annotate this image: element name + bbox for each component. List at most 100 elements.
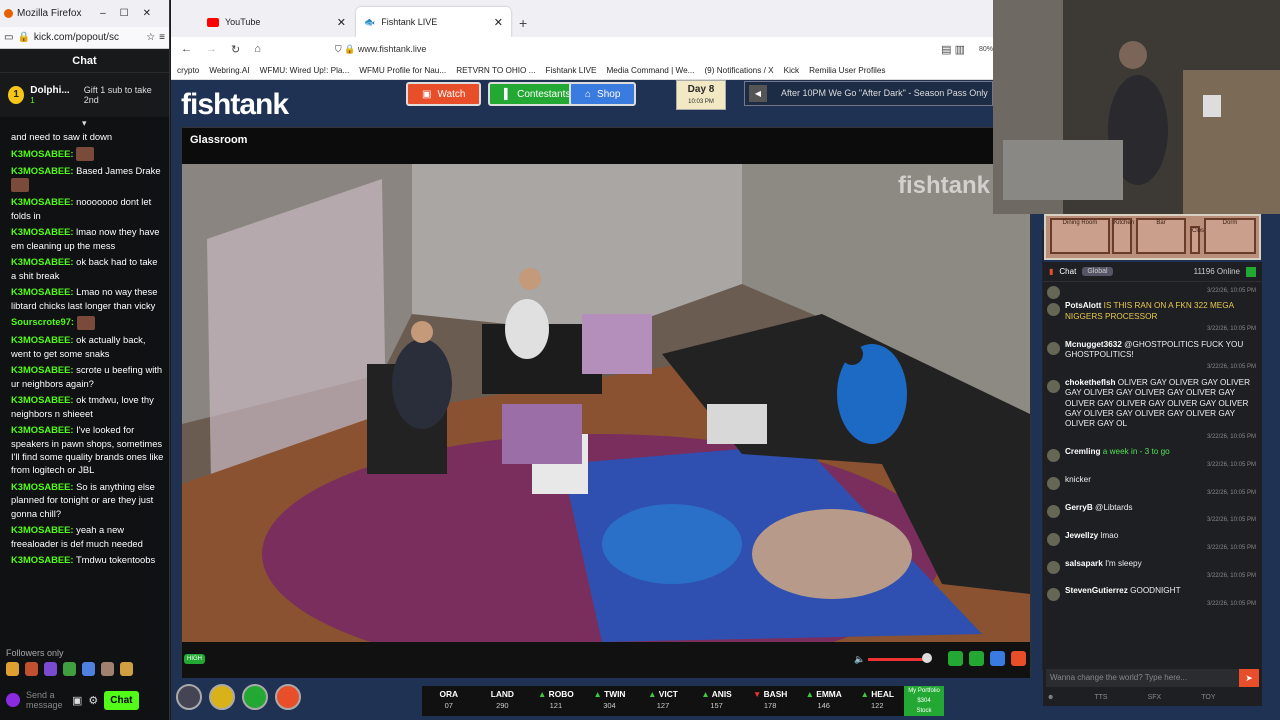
window-controls[interactable]: –☐✕	[100, 8, 165, 19]
kick-username[interactable]: K3MOSABEE:	[11, 364, 74, 375]
kick-username[interactable]: Sourscrote97:	[11, 316, 74, 327]
avatar[interactable]	[1047, 477, 1060, 491]
kick-username[interactable]: K3MOSABEE:	[11, 424, 74, 435]
shop-button[interactable]: ⌂ Shop	[569, 82, 637, 106]
coins-icon[interactable]	[209, 684, 235, 710]
bookmark-item[interactable]: WFMU: Wired Up!: Pla...	[260, 66, 350, 75]
close-tab-icon[interactable]: ✕	[337, 16, 346, 29]
url-field[interactable]: ⛉ 🔒 www.fishtank.live	[335, 44, 927, 55]
avatar[interactable]	[1047, 504, 1060, 518]
bookmark-item[interactable]: (9) Notifications / X	[704, 66, 773, 75]
map-room-bar[interactable]: Bar	[1136, 218, 1186, 254]
fullscreen-icon[interactable]	[990, 651, 1005, 666]
live-video-feed[interactable]: fishtank	[182, 164, 1030, 642]
kick-username[interactable]: K3MOSABEE:	[11, 286, 74, 297]
settings-gear-icon[interactable]	[176, 684, 202, 710]
bookmark-item[interactable]: Media Command | We...	[606, 66, 694, 75]
prev-arrow-icon[interactable]: ◀	[749, 85, 767, 102]
record-icon[interactable]	[1011, 651, 1026, 666]
kick-username[interactable]: K3MOSABEE:	[11, 394, 74, 405]
clip-icon[interactable]	[948, 651, 963, 666]
kick-username[interactable]: K3MOSABEE:	[11, 226, 74, 237]
watch-button[interactable]: ▣ Watch	[406, 82, 482, 106]
volume-icon[interactable]: 🔈	[854, 654, 865, 665]
volume-knob[interactable]	[922, 653, 932, 663]
chat-username[interactable]: PotsAlott	[1065, 301, 1101, 310]
chat-username[interactable]: Jewellzy	[1065, 531, 1098, 540]
kick-username[interactable]: K3MOSABEE:	[11, 554, 74, 565]
kick-username[interactable]: K3MOSABEE:	[11, 165, 74, 176]
back-icon[interactable]: ←	[181, 43, 192, 55]
close-tab-icon[interactable]: ✕	[494, 16, 503, 29]
chat-input[interactable]: Wanna change the world? Type here...	[1046, 669, 1239, 687]
reload-icon[interactable]: ↻	[231, 43, 240, 56]
microphone-icon[interactable]	[6, 693, 20, 707]
tab-youtube[interactable]: YouTube ✕	[199, 7, 354, 37]
global-toggle[interactable]: Global	[1082, 267, 1113, 276]
message-input[interactable]: Send a message	[26, 690, 66, 710]
emoji-icon[interactable]: ☻	[1047, 694, 1054, 701]
room-map[interactable]: Dining Room Kitchen Bar Closet Dorm	[1044, 214, 1261, 260]
bookmark-item[interactable]: Kick	[784, 66, 799, 75]
avatar[interactable]	[1047, 379, 1060, 393]
stock-item[interactable]: ▲ HEAL 122	[851, 686, 905, 716]
chat-username[interactable]: GerryB	[1065, 503, 1093, 512]
send-icon[interactable]: ➤	[1239, 669, 1259, 687]
settings-icon[interactable]: ⚙	[88, 694, 98, 707]
missions-icon[interactable]	[275, 684, 301, 710]
chat-username[interactable]: choketheflsh	[1065, 378, 1116, 387]
items-icon[interactable]	[242, 684, 268, 710]
menu-icon[interactable]: ≡	[159, 32, 165, 43]
url[interactable]: kick.com/popout/sc	[34, 32, 142, 43]
stock-item[interactable]: ORA 07	[422, 686, 476, 716]
fishtank-logo[interactable]: fishtank	[181, 88, 289, 122]
extensions-icon[interactable]: ▤ ▥	[941, 43, 965, 56]
stock-item[interactable]: ▲ TWIN 304	[583, 686, 637, 716]
cast-icon[interactable]	[969, 651, 984, 666]
map-room-dorm[interactable]: Dorm	[1204, 218, 1256, 254]
avatar[interactable]	[1047, 560, 1060, 574]
chat-send-button[interactable]: Chat	[104, 690, 139, 710]
tts-button[interactable]: TTS	[1094, 694, 1107, 701]
tab-fishtank[interactable]: 🐟 Fishtank LIVE ✕	[356, 7, 511, 37]
collapse-icon[interactable]: ▾	[82, 118, 87, 129]
volume-slider[interactable]	[868, 658, 926, 661]
kick-username[interactable]: K3MOSABEE:	[11, 256, 74, 267]
toy-button[interactable]: TOY	[1201, 694, 1215, 701]
bookmark-item[interactable]: RETVRN TO OHIO ...	[456, 66, 535, 75]
map-room-closet[interactable]: Closet	[1190, 226, 1209, 254]
kick-username[interactable]: K3MOSABEE:	[11, 334, 74, 345]
stock-item[interactable]: ▼ BASH 178	[743, 686, 797, 716]
kick-username[interactable]: K3MOSABEE:	[11, 481, 74, 492]
stock-item[interactable]: ▲ ROBO 121	[529, 686, 583, 716]
portfolio[interactable]: My Portfolio $304 Stock	[904, 686, 944, 716]
emote-row[interactable]	[6, 662, 133, 676]
avatar[interactable]	[1047, 449, 1060, 463]
forward-icon[interactable]: →	[206, 43, 217, 55]
stock-item[interactable]: ▲ ANIS 157	[690, 686, 744, 716]
avatar[interactable]	[1047, 286, 1060, 299]
stock-item[interactable]: LAND 290	[476, 686, 530, 716]
store-icon[interactable]: ▣	[72, 694, 82, 707]
stock-item[interactable]: ▲ EMMA 146	[797, 686, 851, 716]
chat-username[interactable]: Mcnugget3632	[1065, 340, 1122, 349]
sfx-button[interactable]: SFX	[1148, 694, 1162, 701]
new-tab-icon[interactable]: +	[513, 15, 533, 37]
zoom-level[interactable]: 80%	[979, 46, 993, 53]
avatar[interactable]	[1047, 588, 1060, 602]
bookmark-item[interactable]: Webring.AI	[209, 66, 249, 75]
map-room-dining[interactable]: Dining Room	[1050, 218, 1110, 254]
chat-username[interactable]: salsapark	[1065, 559, 1103, 568]
chat-username[interactable]: StevenGutierrez	[1065, 586, 1128, 595]
bookmark-item[interactable]: Remilia User Profiles	[809, 66, 885, 75]
avatar[interactable]	[1047, 303, 1060, 317]
kick-username[interactable]: K3MOSABEE:	[11, 196, 74, 207]
bookmark-item[interactable]: crypto	[177, 66, 199, 75]
avatar[interactable]	[1047, 341, 1060, 355]
kick-username[interactable]: K3MOSABEE:	[11, 148, 74, 159]
pinned-gifter[interactable]: 1 Dolphi... 1 Gift 1 sub to take 2nd	[0, 73, 169, 117]
chat-username[interactable]: Cremling	[1065, 447, 1101, 456]
map-room-kitchen[interactable]: Kitchen	[1112, 218, 1134, 254]
address-bar[interactable]: ▭ 🔒 kick.com/popout/sc ☆ ≡	[0, 27, 169, 49]
home-icon[interactable]: ⌂	[254, 43, 261, 55]
